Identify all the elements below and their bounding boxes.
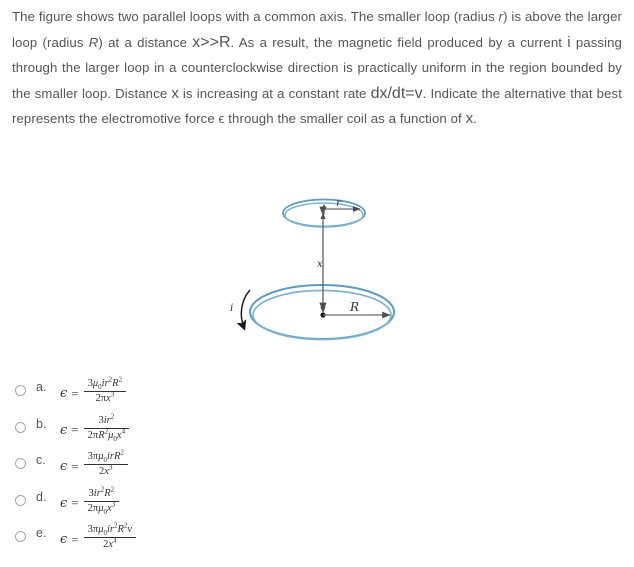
fraction: 3ir2R2 2πμ0x3 bbox=[83, 485, 120, 516]
axis-distance-label: x bbox=[317, 259, 323, 270]
question-segment: . As a result, the magnetic field produc… bbox=[230, 34, 568, 50]
fraction: 3πμ0irR2 2x3 bbox=[83, 448, 128, 478]
large-loop bbox=[249, 284, 395, 341]
fraction-numerator: 3πμ0irR2 bbox=[87, 448, 124, 465]
option-formula: ϵ = 3μ0ir2R2 2πx3 bbox=[60, 375, 127, 405]
large-radius-label: R bbox=[349, 300, 359, 314]
radio-button-c[interactable] bbox=[15, 458, 26, 469]
equals-symbol: = bbox=[71, 385, 79, 401]
fraction: 3πμ0ir2R2v 2x4 bbox=[83, 521, 137, 551]
equals-symbol: = bbox=[71, 495, 79, 511]
radio-button-a[interactable] bbox=[15, 385, 26, 396]
question-segment: x bbox=[465, 110, 474, 127]
option-row[interactable]: d. ϵ = 3ir2R2 2πμ0x3 bbox=[0, 485, 320, 525]
option-letter: e. bbox=[36, 526, 47, 540]
option-letter: a. bbox=[36, 380, 47, 394]
fraction-denominator: 2πR2μ0x4 bbox=[87, 427, 126, 443]
option-letter: d. bbox=[36, 489, 47, 504]
fraction-denominator: 2πx3 bbox=[95, 390, 115, 405]
question-paragraph: The figure shows two parallel loops with… bbox=[12, 4, 622, 132]
option-letter: c. bbox=[36, 453, 46, 467]
figure-svg: x r R i bbox=[230, 197, 395, 341]
option-row[interactable]: c. ϵ = 3πμ0irR2 2x3 bbox=[0, 448, 320, 488]
two-parallel-loops-figure: x r R i bbox=[222, 185, 422, 355]
radio-button-d[interactable] bbox=[15, 494, 26, 506]
radio-button-e[interactable] bbox=[15, 531, 26, 542]
question-segment: ) at a distance bbox=[98, 34, 193, 50]
fraction-numerator: 3πμ0ir2R2v bbox=[87, 521, 133, 538]
question-segment: dx/dt=v bbox=[370, 84, 423, 102]
epsilon-symbol: ϵ bbox=[60, 459, 68, 475]
question-text: The figure shows two parallel loops with… bbox=[12, 4, 622, 132]
question-segment: through the smaller coil as a function o… bbox=[224, 111, 466, 126]
question-segment: is increasing at a constant rate bbox=[178, 85, 371, 101]
fraction-denominator: 2x4 bbox=[103, 536, 117, 551]
equals-symbol: = bbox=[71, 531, 79, 547]
current-label: i bbox=[230, 302, 233, 314]
fraction: 3μ0ir2R2 2πx3 bbox=[83, 375, 127, 405]
epsilon-symbol: ϵ bbox=[60, 532, 68, 548]
option-formula: ϵ = 3πμ0ir2R2v 2x4 bbox=[60, 521, 137, 551]
fraction-denominator: 2πμ0x3 bbox=[87, 500, 116, 516]
fraction: 3ir2 2πR2μ0x4 bbox=[83, 412, 130, 443]
question-segment: . bbox=[473, 111, 477, 126]
answer-options-list: a. ϵ = 3μ0ir2R2 2πx3 b. ϵ = 3ir2 2πR2μ0x4 c. ϵ = 3πμ0… bbox=[0, 375, 320, 561]
question-segment: R bbox=[88, 34, 99, 50]
fraction-numerator: 3ir2R2 bbox=[88, 485, 115, 499]
current-arrow bbox=[236, 289, 251, 331]
epsilon-symbol: ϵ bbox=[60, 386, 68, 402]
fraction-denominator: 2x3 bbox=[99, 463, 113, 478]
equals-symbol: = bbox=[71, 458, 79, 474]
fraction-numerator: 3μ0ir2R2 bbox=[87, 375, 123, 392]
option-letter: b. bbox=[36, 416, 47, 431]
option-row[interactable]: a. ϵ = 3μ0ir2R2 2πx3 bbox=[0, 375, 320, 415]
option-formula: ϵ = 3ir2 2πR2μ0x4 bbox=[60, 412, 130, 443]
small-radius-label: r bbox=[336, 197, 342, 209]
option-formula: ϵ = 3ir2R2 2πμ0x3 bbox=[60, 485, 120, 516]
radio-button-b[interactable] bbox=[15, 421, 26, 433]
question-segment: x bbox=[171, 84, 179, 102]
option-row[interactable]: e. ϵ = 3πμ0ir2R2v 2x4 bbox=[0, 521, 320, 561]
epsilon-symbol: ϵ bbox=[60, 422, 68, 438]
equals-symbol: = bbox=[71, 422, 79, 438]
option-formula: ϵ = 3πμ0irR2 2x3 bbox=[60, 448, 128, 478]
question-segment: The figure shows two parallel loops with… bbox=[12, 9, 499, 24]
option-row[interactable]: b. ϵ = 3ir2 2πR2μ0x4 bbox=[0, 412, 320, 452]
fraction-numerator: 3ir2 bbox=[98, 412, 115, 426]
question-segment: x>>R bbox=[192, 33, 231, 51]
epsilon-symbol: ϵ bbox=[60, 495, 68, 511]
